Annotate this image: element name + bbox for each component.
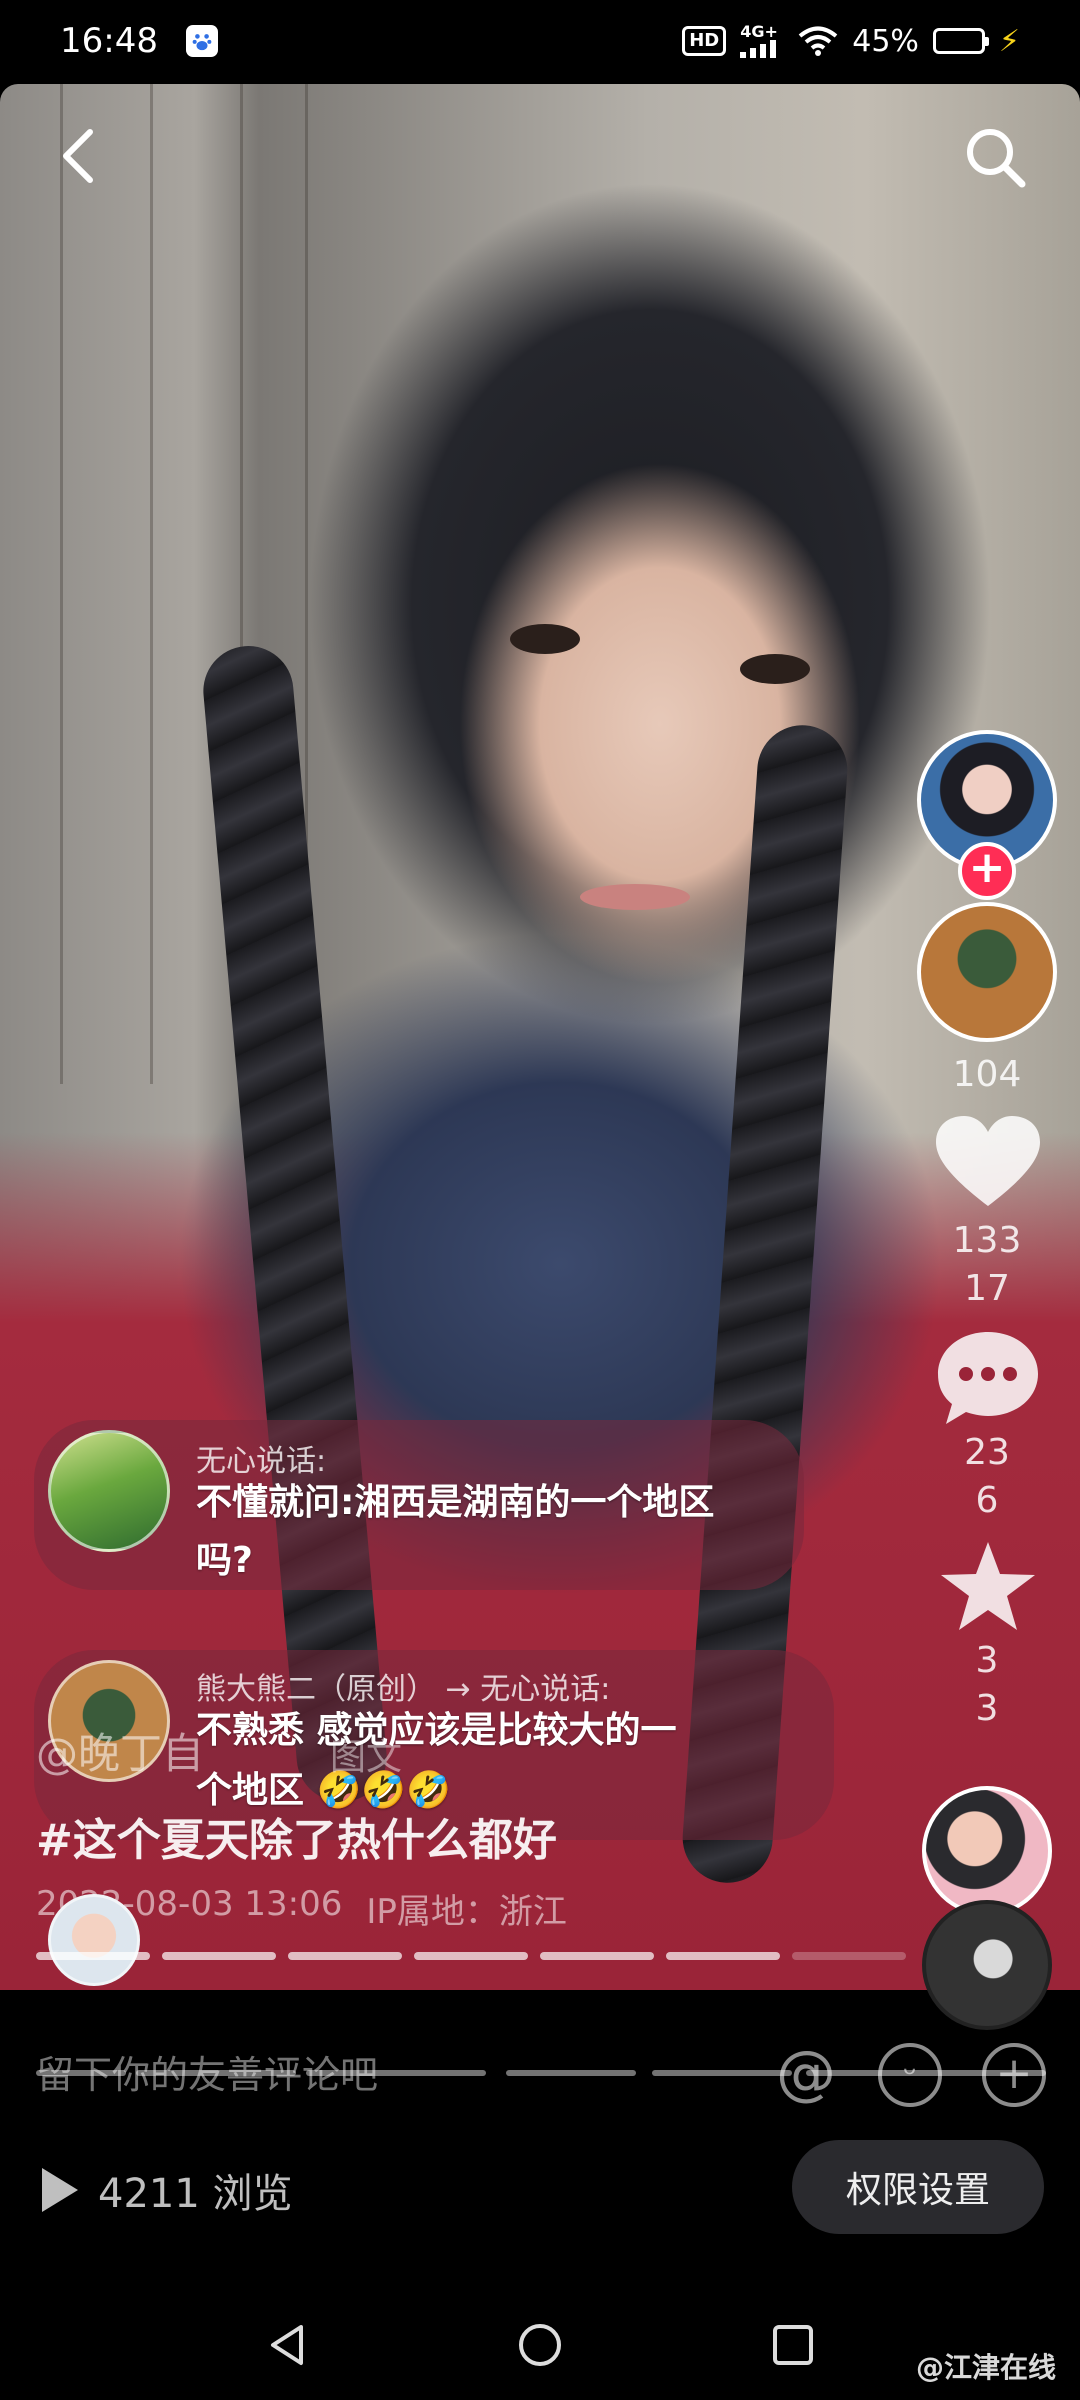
user-avatar[interactable] [917, 902, 1057, 1042]
hd-badge: HD [682, 26, 727, 56]
signal-icon: 4G+ [740, 24, 784, 58]
nav-home-icon[interactable] [516, 2321, 564, 2369]
search-icon[interactable] [962, 124, 1028, 190]
progress-segment [162, 1952, 276, 1960]
progress-segment [414, 1952, 528, 1960]
favorite-count: 3 [975, 1640, 999, 1681]
recommend-avatar[interactable] [922, 1900, 1052, 2030]
wood-grain [60, 84, 63, 1084]
wood-grain [150, 84, 153, 1084]
watermark: @江津在线 [915, 2351, 1056, 2384]
progress-segment [36, 1952, 150, 1960]
view-count-text: 4211 浏览 [98, 2171, 293, 2217]
right-eye [740, 654, 810, 684]
lips [580, 884, 690, 910]
image-progress [36, 1952, 906, 1960]
like-count: 133 [952, 1220, 1022, 1261]
star-icon[interactable] [938, 1540, 1038, 1636]
comment-text-line1: 不懂就问:湘西是湖南的一个地区 [196, 1482, 715, 1523]
play-icon [42, 2168, 78, 2212]
post-ip-location: IP属地：浙江 [366, 1892, 567, 1932]
comment-count: 23 [964, 1432, 1010, 1473]
post-hashtag[interactable]: #这个夏天除了热什么都好 [36, 1804, 557, 1868]
progress-segment [288, 1952, 402, 1960]
view-count: 4211 浏览 [42, 2150, 293, 2230]
post-author[interactable]: @晚丁自 [36, 1720, 204, 1781]
battery-icon [932, 28, 989, 54]
comment-bar: @ ᵕ + [36, 2030, 1046, 2120]
avatar-count: 104 [952, 1054, 1022, 1095]
post-type-label: 图文 [330, 1737, 403, 1778]
comment-bar-line [36, 2070, 1046, 2076]
chevron-left-icon[interactable] [50, 126, 110, 186]
follow-plus-icon[interactable]: + [958, 842, 1016, 900]
comment-icon[interactable] [936, 1330, 1040, 1426]
comment-text-line1: 不熟悉 感觉应该是比较大的一 [196, 1710, 677, 1751]
baidu-app-icon [185, 25, 218, 57]
battery-percent: 45% [852, 23, 919, 59]
comment-author: 熊大熊二（原创） → 无心说话: [196, 1672, 611, 1707]
comment-author: 无心说话: [196, 1444, 327, 1479]
favorite-count-sub: 3 [975, 1688, 999, 1729]
permission-settings-button[interactable]: 权限设置 [792, 2140, 1044, 2234]
progress-segment [540, 1952, 654, 1960]
comment-avatar[interactable] [48, 1430, 170, 1552]
left-eye [510, 624, 580, 654]
network-type: 4G+ [740, 22, 778, 41]
wifi-icon [798, 26, 838, 56]
progress-segment [792, 1952, 906, 1960]
nav-back-icon[interactable] [263, 2321, 311, 2369]
nav-recents-icon[interactable] [769, 2321, 817, 2369]
left-braid [199, 642, 391, 1806]
viewer-avatar[interactable] [48, 1894, 140, 1986]
progress-segment [666, 1952, 780, 1960]
charging-bolt-icon: ⚡ [998, 23, 1020, 59]
status-time: 16:48 [60, 21, 158, 61]
heart-icon[interactable] [936, 1116, 1040, 1212]
status-bar: 16:48 HD 4G+ 45% ⚡ [0, 0, 1080, 82]
like-count-sub: 17 [964, 1268, 1010, 1309]
comment-count-sub: 6 [975, 1480, 999, 1521]
recommend-avatar[interactable] [922, 1786, 1052, 1916]
comment-text-line2: 吗? [196, 1540, 253, 1581]
